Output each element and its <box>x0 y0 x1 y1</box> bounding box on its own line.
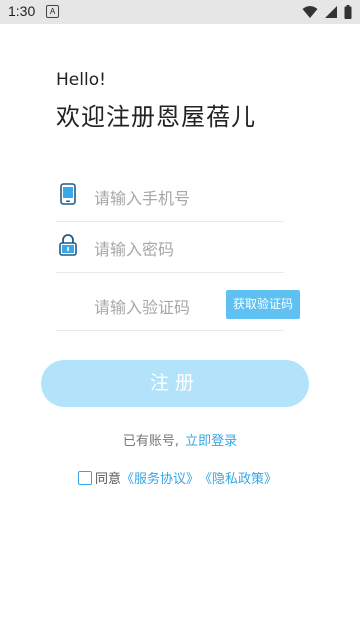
get-code-button[interactable]: 获取验证码 <box>226 290 300 319</box>
login-prefix: 已有账号, <box>122 434 180 449</box>
agreement-checkbox[interactable] <box>78 470 92 485</box>
agreement-prefix: 同意 <box>95 472 122 487</box>
status-bar: 1:30 A <box>0 0 360 24</box>
privacy-policy-link[interactable]: 《隐私政策》 <box>199 468 277 487</box>
status-a-icon: A <box>46 5 59 18</box>
greeting-text: Hello! <box>56 70 106 90</box>
phone-input[interactable]: 请输入手机号 <box>94 185 190 209</box>
service-agreement-link[interactable]: 《服务协议》 <box>121 468 199 487</box>
password-field[interactable]: 请输入密码 <box>56 221 284 273</box>
register-button[interactable]: 注册 <box>41 360 309 407</box>
login-link[interactable]: 立即登录 <box>185 434 237 449</box>
status-icons <box>302 5 352 19</box>
phone-icon <box>60 183 76 205</box>
lock-icon <box>59 234 77 256</box>
wifi-icon <box>302 6 318 18</box>
login-line: 已有账号, 立即登录 <box>0 430 360 449</box>
password-input[interactable]: 请输入密码 <box>94 236 174 260</box>
code-field[interactable]: 请输入验证码 获取验证码 <box>56 279 300 331</box>
agreement-row: 同意 《服务协议》 《隐私政策》 <box>78 468 277 487</box>
battery-icon <box>344 5 352 19</box>
status-time: 1:30 <box>8 3 36 19</box>
code-input[interactable]: 请输入验证码 <box>94 294 190 318</box>
signal-icon <box>325 6 337 18</box>
phone-field[interactable]: 请输入手机号 <box>56 170 284 222</box>
page-title: 欢迎注册恩屋蓓儿 <box>56 103 256 131</box>
